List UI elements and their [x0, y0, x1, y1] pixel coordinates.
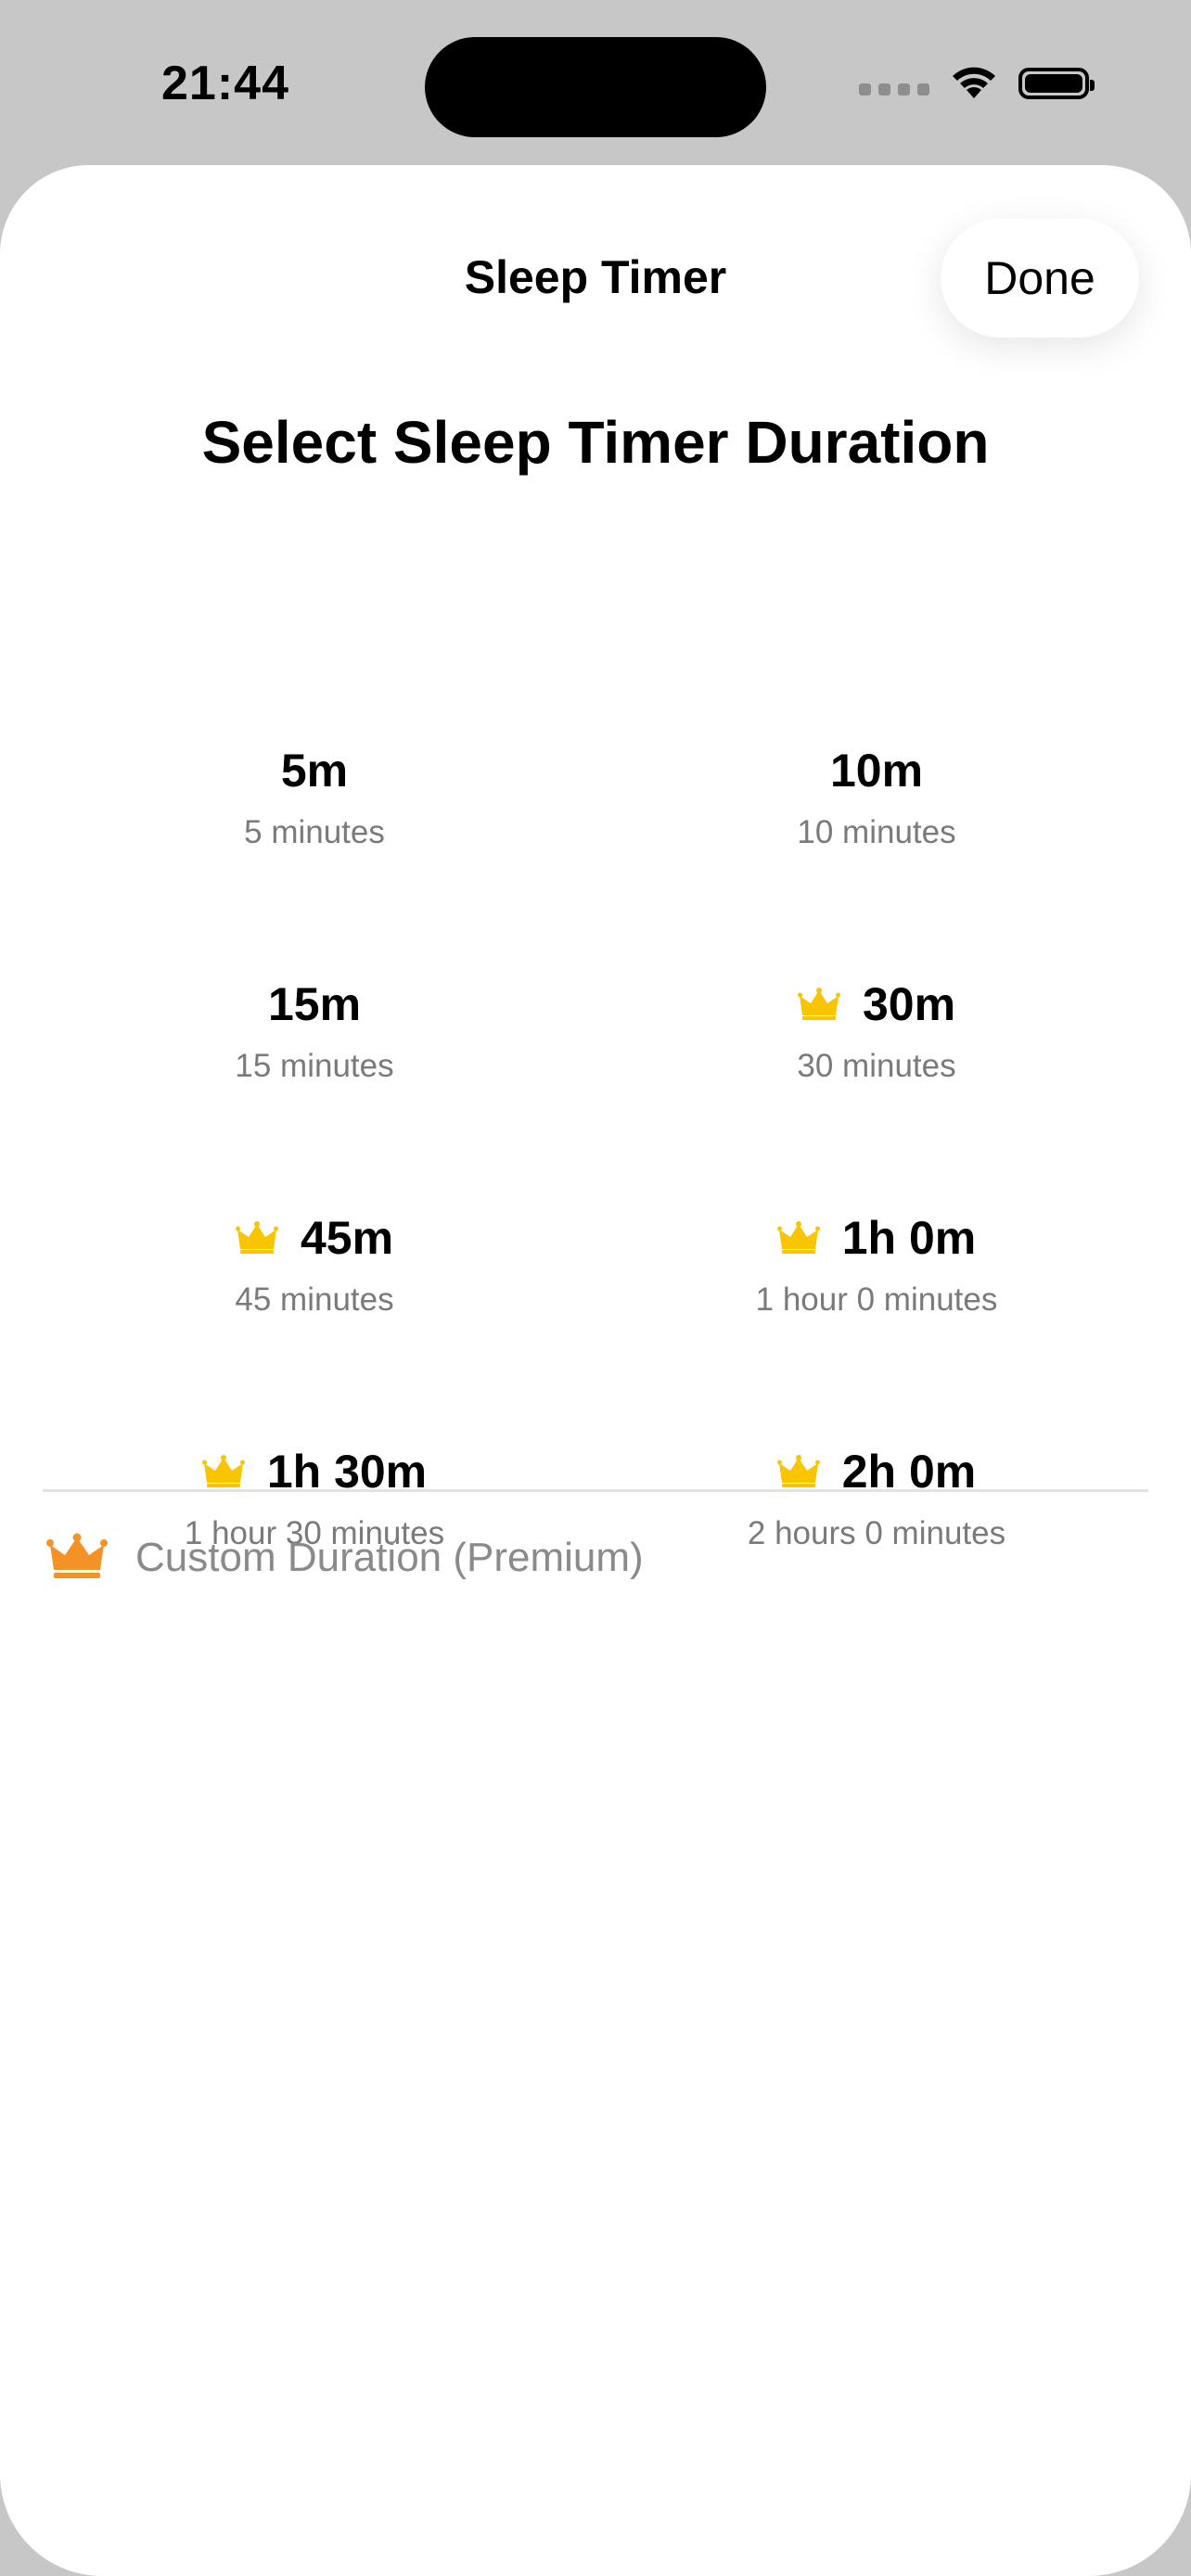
option-label: 5m: [280, 745, 349, 797]
status-icons: [859, 61, 1095, 105]
crown-icon: [776, 1455, 820, 1488]
option-description: 10 minutes: [797, 814, 956, 850]
custom-duration-row[interactable]: Custom Duration (Premium): [46, 1519, 644, 1597]
custom-duration-label: Custom Duration (Premium): [135, 1535, 644, 1580]
crown-icon: [235, 1221, 278, 1255]
crown-icon: [797, 988, 840, 1021]
option-label: 1h 0m: [841, 1212, 977, 1264]
sleep-timer-sheet: Sleep Timer Done Select Sleep Timer Dura…: [0, 165, 1191, 2576]
option-label: 10m: [829, 745, 924, 797]
option-description: 1 hour 0 minutes: [755, 1282, 998, 1318]
option-description: 45 minutes: [235, 1282, 394, 1318]
duration-option-5m[interactable]: 5m 5 minutes: [55, 738, 574, 914]
crown-icon: [46, 1533, 108, 1584]
cellular-signal-icon: [859, 83, 929, 96]
duration-option-10m[interactable]: 10m 10 minutes: [617, 738, 1136, 914]
option-description: 30 minutes: [797, 1048, 956, 1084]
status-time: 21:44: [161, 57, 289, 110]
option-label: 30m: [862, 978, 956, 1030]
option-description: 15 minutes: [235, 1048, 394, 1084]
done-button[interactable]: Done: [941, 219, 1139, 338]
duration-option-15m[interactable]: 15m 15 minutes: [55, 972, 574, 1148]
wifi-icon: [948, 61, 1000, 105]
option-label: 15m: [267, 978, 362, 1030]
page-heading: Select Sleep Timer Duration: [201, 409, 990, 476]
option-description: 2 hours 0 minutes: [747, 1515, 1006, 1551]
battery-icon: [1018, 67, 1095, 99]
duration-option-1h-0m[interactable]: 1h 0m 1 hour 0 minutes: [617, 1205, 1136, 1382]
duration-option-2h-0m[interactable]: 2h 0m 2 hours 0 minutes: [617, 1439, 1136, 1615]
duration-option-30m[interactable]: 30m 30 minutes: [617, 972, 1136, 1148]
option-label: 45m: [300, 1212, 394, 1264]
crown-icon: [201, 1455, 245, 1488]
crown-icon: [776, 1221, 820, 1255]
divider: [43, 1489, 1148, 1492]
status-bar: 21:44: [0, 0, 1191, 167]
option-description: 5 minutes: [244, 814, 385, 850]
dynamic-island: [425, 37, 766, 137]
duration-option-45m[interactable]: 45m 45 minutes: [55, 1205, 574, 1382]
